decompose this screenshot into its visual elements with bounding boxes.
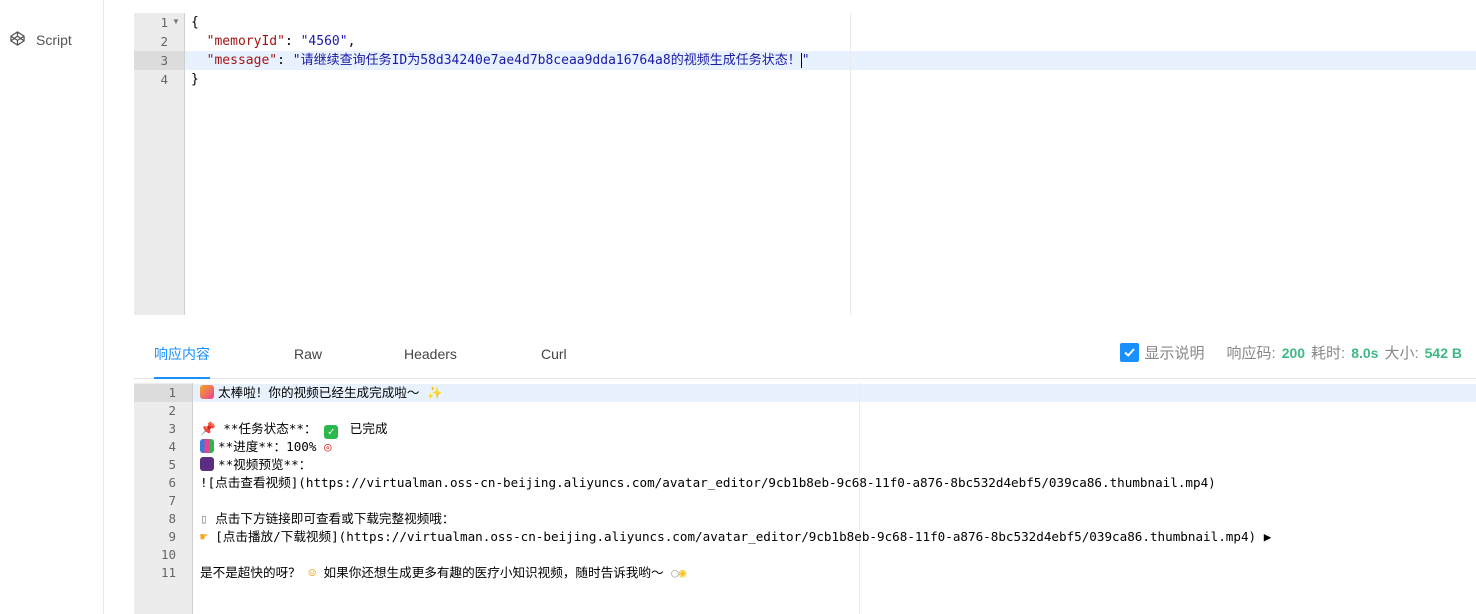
line-number: 9 [168, 529, 176, 544]
size-label: 大小: [1384, 345, 1419, 362]
markdown-image-link: ![点击查看视频](https://virtualman.oss-cn-beij… [200, 475, 1216, 490]
smiling-face-icon: ☺ [308, 565, 316, 580]
code-line: ▯ 点击下方链接即可查看或下载完整视频哦： [200, 511, 455, 526]
json-key: "message" [206, 53, 278, 68]
checkmark-icon [1123, 348, 1135, 357]
code-line: } [191, 72, 199, 87]
response-tabs: 响应内容 Raw Headers Curl 显示说明 响应码: 200 耗时: … [134, 334, 1476, 379]
code-line: { [191, 15, 199, 30]
show-description-checkbox[interactable] [1119, 343, 1139, 362]
print-margin [850, 13, 851, 315]
line-number: 2 [160, 34, 168, 49]
tab-headers[interactable]: Headers [404, 334, 457, 377]
code-line: **视频预览**： [200, 456, 311, 474]
tab-raw[interactable]: Raw [294, 334, 322, 377]
line-number: 4 [168, 439, 176, 454]
json-key: "memoryId" [206, 34, 285, 49]
line-number: 1 [168, 385, 176, 400]
status-code-value: 200 [1281, 344, 1306, 361]
light-bulb-icon: ◉ [678, 565, 687, 580]
tab-response-content[interactable]: 响应内容 [154, 334, 210, 379]
line-number: 3 [168, 421, 176, 436]
sparkles-icon: ✨ [427, 385, 443, 400]
sidebar: Script [0, 0, 104, 614]
pointing-hand-icon: ☛ [200, 529, 208, 544]
movie-camera-icon: ▶ [1263, 529, 1272, 544]
codepen-icon [10, 31, 25, 49]
line-number: 8 [168, 511, 176, 526]
tab-curl[interactable]: Curl [541, 334, 567, 377]
status-code-label: 响应码: [1226, 345, 1276, 362]
time-label: 耗时: [1311, 345, 1346, 362]
check-mark-icon: ✓ [324, 425, 339, 439]
code-line: **进度**：100% ◎ [200, 438, 332, 456]
show-description-label[interactable]: 显示说明 [1145, 342, 1205, 363]
party-popper-icon [200, 385, 214, 399]
markdown-link: [点击播放/下载视频](https://virtualman.oss-cn-be… [215, 529, 1257, 544]
line-number: 5 [168, 457, 176, 472]
line-number: 3 [160, 53, 168, 68]
code-line: 太棒啦！你的视频已经生成完成啦～ ✨ [200, 384, 443, 402]
mouse-icon: ▯ [200, 511, 208, 526]
line-number: 4 [160, 72, 168, 87]
line-number: 6 [168, 475, 176, 490]
line-number-gutter: 1 ▼ 2 3 4 [134, 13, 185, 315]
request-body-editor[interactable]: 1 ▼ 2 3 4 { "memoryId": "4560", "message… [134, 13, 1476, 315]
code-line: 📌 **任务状态**： ✓ 已完成 [200, 421, 388, 439]
size-value: 542 B [1424, 344, 1462, 361]
line-number: 11 [160, 565, 176, 580]
code-line: 是不是超快的呀？ ☺ 如果你还想生成更多有趣的医疗小知识视频，随时告诉我哟～ ○… [200, 565, 687, 580]
json-value: "4560" [300, 34, 348, 49]
time-value: 8.0s [1351, 344, 1379, 361]
code-line: ☛ [点击播放/下载视频](https://virtualman.oss-cn-… [200, 528, 1271, 546]
line-number: 2 [168, 403, 176, 418]
speech-bubble-icon: ○ [671, 565, 679, 580]
line-number: 1 [160, 15, 168, 30]
sidebar-item-script[interactable]: Script [10, 31, 72, 49]
line-number: 7 [168, 493, 176, 508]
code-line: "message": "请继续查询任务ID为58d34240e7ae4d7b8c… [206, 53, 810, 68]
code-line: "memoryId": "4560", [206, 34, 356, 49]
response-stats: 显示说明 响应码: 200 耗时: 8.0s 大小: 542 B [1119, 342, 1462, 363]
code-line: ![点击查看视频](https://virtualman.oss-cn-beij… [200, 474, 1216, 492]
bar-chart-icon [200, 439, 214, 453]
line-number: 10 [160, 547, 176, 562]
target-icon: ◎ [324, 439, 332, 454]
clapper-icon [200, 457, 214, 471]
response-body-viewer[interactable]: 1 2 3 4 5 6 7 8 9 10 11 太棒啦！你的视频已经生成完成啦～… [134, 383, 1476, 614]
sidebar-item-label: Script [36, 32, 72, 48]
line-number-gutter: 1 2 3 4 5 6 7 8 9 10 11 [134, 383, 193, 614]
json-value: "请继续查询任务ID为58d34240e7ae4d7b8ceaa9dda1676… [292, 53, 801, 68]
print-margin [859, 383, 860, 614]
pushpin-icon: 📌 [200, 421, 216, 436]
fold-arrow-icon[interactable]: ▼ [172, 17, 180, 26]
